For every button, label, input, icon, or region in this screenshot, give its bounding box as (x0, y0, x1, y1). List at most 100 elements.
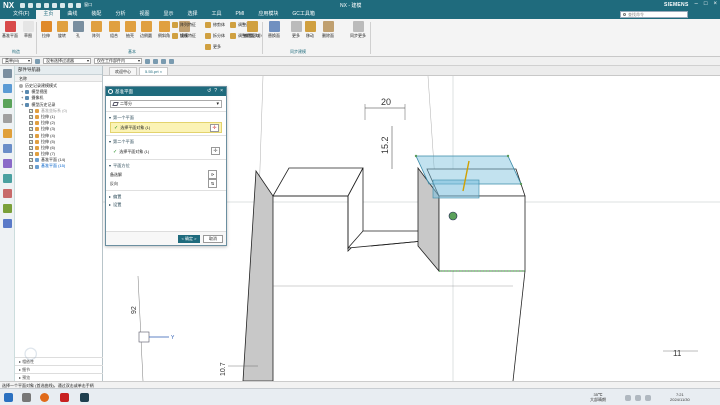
undo-icon[interactable] (28, 2, 34, 8)
save-icon[interactable] (20, 2, 26, 8)
constraint-navigator-icon[interactable] (2, 99, 12, 108)
ribbon-button-1[interactable]: 草图 (20, 19, 36, 39)
help-icon[interactable]: ? (214, 87, 217, 96)
nx-taskbar-icon[interactable] (80, 393, 89, 402)
document-tab-0[interactable]: 欢迎中心 (109, 67, 137, 75)
scope-select[interactable]: 仅在工作部件内 (94, 58, 142, 64)
feature-tree-item[interactable]: ✓ 基准平面 (15) (15, 163, 102, 169)
visibility-checkbox[interactable]: ✓ (29, 145, 33, 150)
plane-type-select[interactable]: 二等分 (110, 100, 222, 108)
tab-9[interactable]: PMI (229, 10, 252, 19)
process-studio-icon[interactable] (2, 189, 12, 198)
close-icon[interactable]: × (220, 87, 223, 96)
volume-icon[interactable] (635, 395, 641, 401)
crosshair-icon[interactable]: ✛ (211, 147, 220, 155)
expand-icon[interactable]: + (21, 102, 23, 108)
ribbon-button-0[interactable]: 基准平面 (2, 19, 18, 39)
redo-icon[interactable] (36, 2, 42, 8)
visibility-checkbox[interactable]: ✓ (29, 139, 33, 144)
browser-icon[interactable] (40, 393, 49, 402)
select-first-plane[interactable]: ✓ 选择平面对象 (1) ✛ (110, 122, 222, 133)
select-second-plane[interactable]: ✓ 选择平面对象 (1) ✛ (110, 146, 222, 157)
document-tab-1[interactable]: 5.55.prt × (139, 67, 169, 75)
task-view-icon[interactable] (22, 393, 31, 402)
repeat-icon[interactable] (68, 2, 74, 8)
visibility-checkbox[interactable]: ✓ (29, 121, 33, 126)
system-scene-icon[interactable] (2, 219, 12, 228)
crosshair-icon[interactable]: ✛ (210, 124, 219, 132)
snap-point-icon[interactable] (145, 58, 150, 64)
ribbon-button-7[interactable]: 抽壳 (122, 19, 138, 39)
tab-1[interactable]: 主页 (36, 10, 61, 19)
roles-icon[interactable] (2, 204, 12, 213)
close-icon[interactable]: × (160, 69, 162, 74)
history-icon[interactable] (2, 174, 12, 183)
web-browser-icon[interactable] (2, 159, 12, 168)
section-second-plane[interactable]: ▾ 第二个平面 (106, 138, 226, 146)
ribbon-button-15[interactable]: 删除面 (320, 19, 336, 39)
dimension-15-2[interactable]: 15.2 (380, 136, 390, 154)
input-method-icon[interactable] (645, 395, 651, 401)
cut-icon[interactable] (44, 2, 50, 8)
tab-11[interactable]: GC工具箱 (285, 10, 322, 19)
weather-widget[interactable]: 35℃ 大部晴朗 (590, 392, 606, 403)
snap-end-icon[interactable] (153, 58, 158, 64)
minimize-icon[interactable]: – (695, 1, 698, 7)
tab-5[interactable]: 视图 (132, 10, 156, 19)
touch-mode-icon[interactable] (76, 2, 82, 8)
network-icon[interactable] (625, 395, 631, 401)
part-navigator-icon[interactable] (2, 114, 12, 123)
close-icon[interactable]: × (713, 1, 717, 7)
command-search-input[interactable]: 查找命令 (620, 11, 688, 18)
ribbon-small-button-2[interactable]: 修剪体 (205, 22, 225, 28)
tab-8[interactable]: 工具 (205, 10, 229, 19)
visibility-checkbox[interactable]: ✓ (29, 164, 33, 169)
copy-icon[interactable] (52, 2, 58, 8)
dimension-20[interactable]: 20 (381, 97, 391, 107)
ribbon-button-12[interactable]: 替换面 (266, 19, 282, 39)
hd3d-icon[interactable] (2, 144, 12, 153)
visibility-checkbox[interactable]: ✓ (29, 127, 33, 132)
navigator-panel-1[interactable]: ▸ 细节 (15, 365, 103, 373)
name-column-header[interactable]: 名称 (15, 75, 102, 82)
ribbon-small-button-1[interactable]: 镜像特征 (172, 33, 196, 39)
ribbon-button-5[interactable]: 阵列 (88, 19, 104, 39)
ribbon-button-9[interactable]: 倒斜角 (156, 19, 172, 39)
window-menu[interactable]: 窗口 (84, 2, 92, 8)
dialog-title-bar[interactable]: 基准平面 ↺ ? × (106, 87, 226, 96)
section-orientation[interactable]: ▾ 平面方位 (106, 162, 226, 170)
ribbon-small-button-0[interactable]: 阵列特征 (172, 22, 196, 28)
ribbon-button-14[interactable]: 移动 (302, 19, 318, 39)
section-offset[interactable]: ▸ 偏置 (106, 193, 226, 201)
cancel-button[interactable]: 取消 (203, 235, 223, 243)
tab-2[interactable]: 曲线 (60, 10, 84, 19)
ribbon-button-2[interactable]: 拉伸 (38, 19, 54, 39)
paste-icon[interactable] (60, 2, 66, 8)
ribbon-button-11[interactable]: 偏置区域 (244, 19, 260, 39)
ribbon-button-4[interactable]: 孔 (70, 19, 86, 39)
dimension-11[interactable]: 11 (673, 349, 682, 358)
selection-icon[interactable] (35, 58, 40, 64)
cycle-solution-icon[interactable]: ⟳ (208, 170, 217, 179)
ribbon-button-8[interactable]: 边倒圆 (138, 19, 154, 39)
section-settings[interactable]: ▸ 设置 (106, 201, 226, 209)
tab-4[interactable]: 分析 (108, 10, 132, 19)
tab-7[interactable]: 选择 (180, 10, 204, 19)
navigator-panel-2[interactable]: ▸ 预览 (15, 373, 103, 381)
ok-button[interactable]: < 确定 > (178, 235, 200, 243)
visibility-checkbox[interactable]: ✓ (29, 115, 33, 120)
visibility-checkbox[interactable]: ✓ (29, 158, 33, 163)
ribbon-small-button-3[interactable]: 拆分体 (205, 33, 225, 39)
tab-0[interactable]: 文件(F) (6, 10, 36, 19)
visibility-checkbox[interactable]: ✓ (29, 133, 33, 138)
menu-button[interactable]: 菜单(M) (2, 58, 32, 64)
ribbon-small-button-4[interactable]: 更多 (205, 44, 221, 50)
tab-10[interactable]: 应用模块 (251, 10, 285, 19)
visibility-checkbox[interactable]: ✓ (29, 108, 33, 113)
reset-icon[interactable]: ↺ (207, 87, 211, 96)
snap-mid-icon[interactable] (161, 58, 166, 64)
dimension-10-7[interactable]: 10.7 (220, 362, 227, 376)
reverse-direction-icon[interactable]: ⇅ (208, 179, 217, 188)
ribbon-button-3[interactable]: 旋转 (54, 19, 70, 39)
ribbon-button-16[interactable]: 同步更多 (350, 19, 366, 39)
